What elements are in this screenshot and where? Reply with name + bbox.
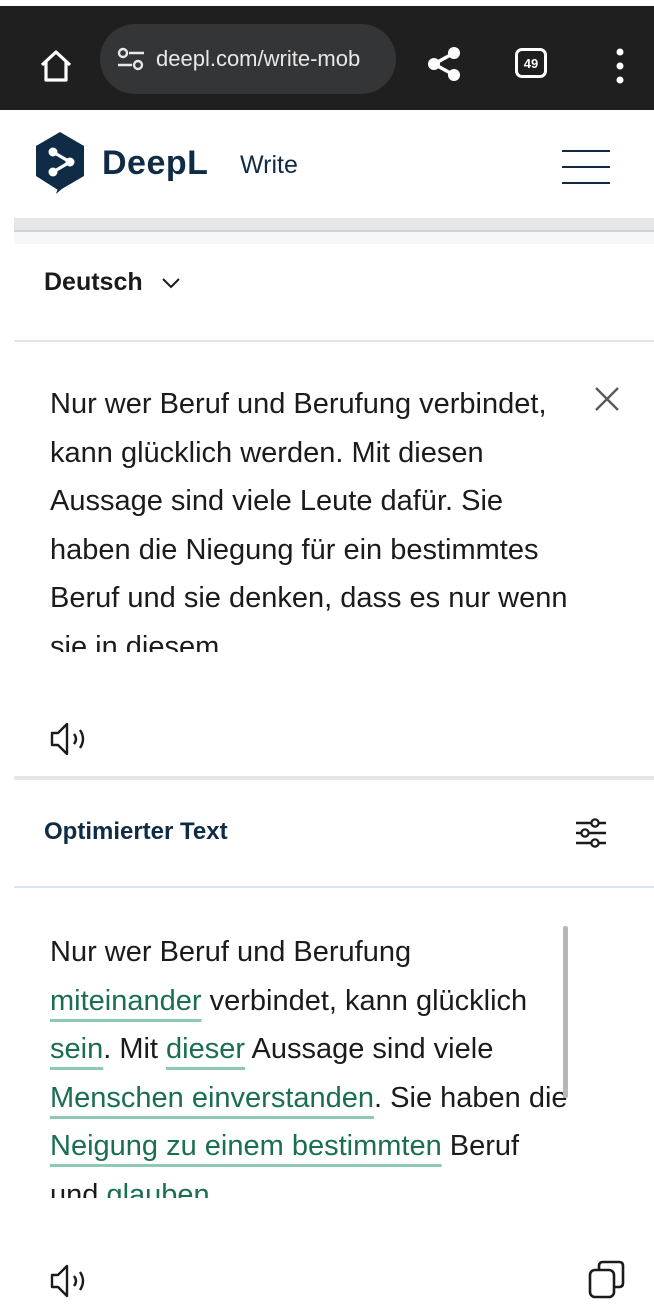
header-divider xyxy=(14,218,654,232)
deepl-logo-icon[interactable] xyxy=(32,130,88,194)
output-title: Optimierter Text xyxy=(44,818,228,845)
hamburger-line xyxy=(562,166,610,168)
tabs-icon[interactable]: 49 xyxy=(515,48,547,78)
changed-word[interactable]: dieser xyxy=(166,1033,245,1065)
output-scrollbar[interactable] xyxy=(563,926,568,1098)
header-divider-shadow xyxy=(14,232,654,244)
speaker-icon[interactable] xyxy=(48,720,94,758)
output-text[interactable]: Nur wer Beruf und Berufung miteinander v… xyxy=(50,928,570,1198)
home-icon[interactable] xyxy=(36,46,76,86)
output-text-segment: , xyxy=(209,1178,218,1199)
site-settings-icon[interactable] xyxy=(116,47,146,71)
url-text[interactable]: deepl.com/write-mob xyxy=(156,46,360,72)
speaker-icon[interactable] xyxy=(48,1262,94,1300)
hamburger-icon[interactable] xyxy=(562,150,610,184)
browser-toolbar: deepl.com/write-mob 49 xyxy=(0,0,654,110)
output-text-segment: verbindet, kann glücklich xyxy=(201,984,528,1017)
close-icon[interactable] xyxy=(592,384,622,414)
more-vert-icon[interactable] xyxy=(610,46,630,86)
hamburger-line xyxy=(562,182,610,184)
output-text-segment: Aussage sind viele xyxy=(245,1033,494,1065)
changed-word[interactable]: sein xyxy=(50,1033,103,1065)
copy-icon[interactable] xyxy=(586,1258,628,1300)
output-text-segment: Nur wer Beruf und Berufung xyxy=(50,936,412,968)
brand-name[interactable]: DeepL xyxy=(102,144,208,183)
hamburger-line xyxy=(562,150,610,152)
source-textarea[interactable]: Nur wer Beruf und Berufung verbindet, ka… xyxy=(50,380,570,652)
changed-word[interactable]: miteinander xyxy=(50,985,202,1017)
share-icon[interactable] xyxy=(424,44,464,84)
divider xyxy=(14,340,654,342)
section-divider xyxy=(14,776,654,780)
language-label[interactable]: Deutsch xyxy=(44,268,143,297)
language-selector[interactable]: Deutsch xyxy=(44,268,181,297)
output-text-segment: . Mit xyxy=(103,1033,167,1065)
product-name: Write xyxy=(240,151,298,179)
output-text-segment: . Sie haben die xyxy=(374,1081,568,1114)
divider xyxy=(14,886,654,888)
changed-word[interactable]: Neigung zu einem bestimmten xyxy=(50,1130,442,1162)
changed-word[interactable]: Menschen einverstanden xyxy=(50,1082,374,1114)
tab-count: 49 xyxy=(523,55,539,71)
chevron-down-icon[interactable] xyxy=(161,276,181,290)
address-bar[interactable]: deepl.com/write-mob xyxy=(100,24,396,94)
changed-word[interactable]: glauben xyxy=(106,1179,209,1199)
app-header: DeepL Write xyxy=(0,110,654,218)
tune-icon[interactable] xyxy=(574,816,608,850)
